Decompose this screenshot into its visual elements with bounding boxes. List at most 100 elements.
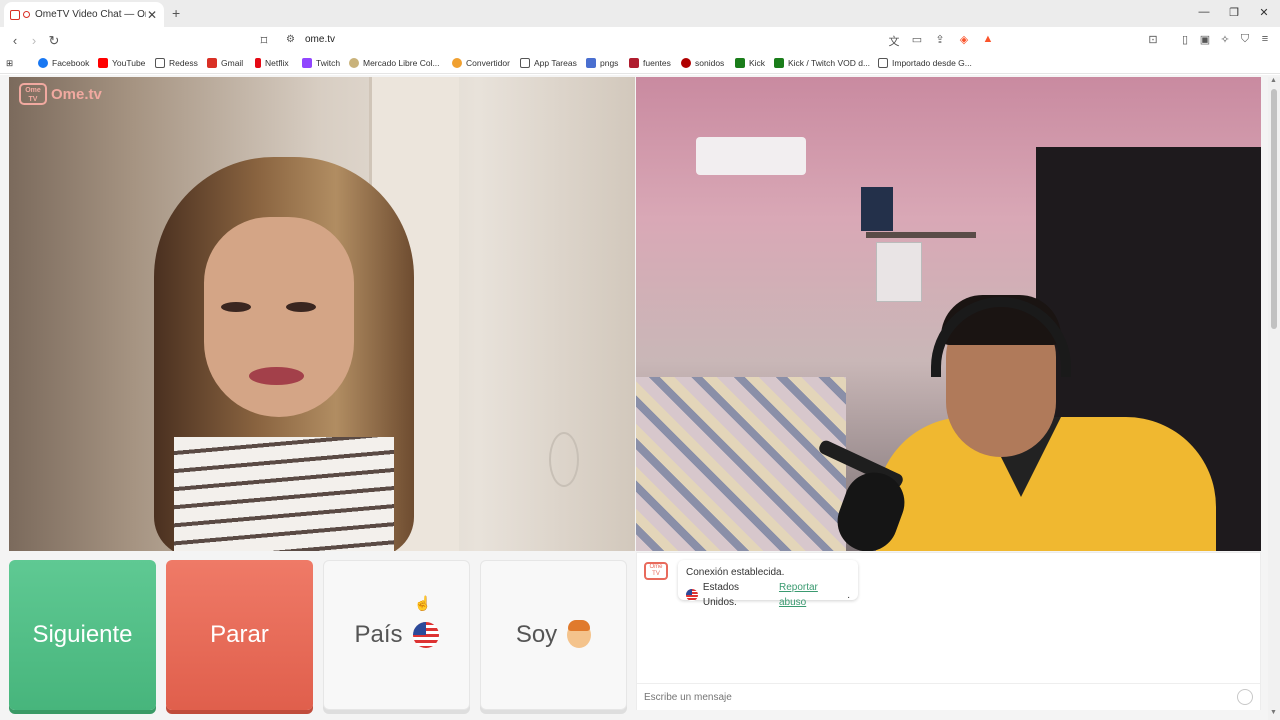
mercadolibre-icon bbox=[349, 58, 359, 68]
tab-title: OmeTV Video Chat — Omeg bbox=[35, 9, 146, 20]
scrollbar-thumb[interactable] bbox=[1271, 89, 1277, 329]
gender-button[interactable]: Soy bbox=[480, 560, 627, 710]
self-video bbox=[636, 77, 1261, 551]
netflix-icon bbox=[255, 58, 261, 68]
site-settings-icon[interactable]: ⚙ bbox=[286, 34, 295, 45]
bookmark-gmail[interactable]: Gmail bbox=[207, 58, 243, 68]
connection-status: Conexión establecida. bbox=[686, 567, 785, 578]
bookmark-app-tareas[interactable]: App Tareas bbox=[520, 58, 577, 68]
youtube-icon bbox=[98, 58, 108, 68]
tab-close-icon[interactable]: ✕ bbox=[146, 8, 158, 22]
country-button-label: País bbox=[354, 621, 403, 648]
pngs-icon bbox=[586, 58, 596, 68]
ometv-logo-text: Ome.tv bbox=[51, 85, 102, 103]
bookmark-importado[interactable]: Importado desde G... bbox=[878, 58, 972, 68]
apps-grid-icon[interactable]: ⊞ bbox=[6, 58, 13, 69]
browser-tab[interactable]: OmeTV Video Chat — Omeg ✕ bbox=[4, 2, 164, 27]
scroll-down-icon[interactable]: ▼ bbox=[1270, 709, 1277, 716]
stranger-eye-left bbox=[221, 302, 251, 312]
wall-shelf bbox=[866, 232, 976, 238]
sonidos-icon bbox=[681, 58, 691, 68]
stranger-striped-shirt bbox=[174, 437, 394, 551]
bookmark-twitch[interactable]: Twitch bbox=[302, 58, 340, 68]
report-suffix: . bbox=[847, 589, 850, 601]
record-poster bbox=[876, 242, 922, 302]
recording-icon bbox=[23, 11, 30, 18]
kick-icon bbox=[735, 58, 745, 68]
us-flag-icon bbox=[412, 622, 439, 648]
bookmark-convertidor[interactable]: Convertidor bbox=[452, 58, 510, 68]
ometv-logo-icon: Ome TV bbox=[19, 83, 47, 105]
folder-icon bbox=[155, 58, 165, 68]
chat-panel: Ome TV Conexión establecida. Estados Uni… bbox=[636, 552, 1261, 710]
bookmark-youtube[interactable]: YouTube bbox=[98, 58, 145, 68]
bookmark-pngs[interactable]: pngs bbox=[586, 58, 618, 68]
us-flag-icon bbox=[686, 589, 698, 601]
navigation-bar: ‹ › ↻ ⌑ ⚙ ome.tv 文 ▭ ⇪ ◈ ▲ ⊡ ▯ ▣ ✧ ⛉ ≡ bbox=[0, 27, 1280, 54]
report-abuse-link[interactable]: Reportar abuso bbox=[779, 580, 847, 610]
brave-shields-icon[interactable]: ◈ bbox=[956, 33, 972, 46]
stranger-lips bbox=[249, 367, 304, 385]
stranger-eye-right bbox=[286, 302, 316, 312]
message-input[interactable] bbox=[637, 683, 1260, 710]
ometv-logo: Ome TV Ome.tv bbox=[19, 83, 102, 105]
reader-icon[interactable]: ▯ bbox=[1177, 33, 1193, 46]
next-button[interactable]: Siguiente bbox=[9, 560, 156, 710]
country-button[interactable]: País bbox=[323, 560, 470, 710]
back-icon[interactable]: ‹ bbox=[7, 33, 23, 48]
ometv-favicon-icon bbox=[10, 9, 20, 20]
bookmark-netflix[interactable]: Netflix bbox=[255, 58, 289, 68]
gender-button-label: Soy bbox=[515, 621, 558, 648]
bookmark-mercadolibre[interactable]: Mercado Libre Col... bbox=[349, 58, 440, 68]
country-text: Estados Unidos. bbox=[702, 582, 740, 608]
menu-icon[interactable]: ≡ bbox=[1257, 33, 1273, 45]
bookmark-icon[interactable]: ⌑ bbox=[256, 33, 272, 49]
bookmark-sonidos[interactable]: sonidos bbox=[681, 58, 724, 68]
twitch-icon bbox=[302, 58, 312, 68]
boy-emoji-icon bbox=[567, 620, 592, 648]
convertidor-icon bbox=[452, 58, 462, 68]
cast-icon[interactable]: ▭ bbox=[909, 33, 925, 46]
bookmark-facebook[interactable]: Facebook bbox=[38, 58, 89, 68]
system-message: Conexión establecida. Estados Unidos. Re… bbox=[678, 560, 858, 608]
stop-button-label: Parar bbox=[210, 621, 269, 648]
sidebar-toggle-icon[interactable]: ⊡ bbox=[1145, 33, 1161, 46]
vpn-icon[interactable]: ⛉ bbox=[1237, 33, 1253, 46]
bookmark-fuentes[interactable]: fuentes bbox=[629, 58, 671, 68]
new-tab-button[interactable]: + bbox=[172, 5, 180, 21]
hand-cursor-icon: ☝ bbox=[414, 595, 432, 611]
translate-icon[interactable]: 文 bbox=[886, 33, 902, 49]
next-button-label: Siguiente bbox=[32, 621, 133, 648]
stop-button[interactable]: Parar bbox=[166, 560, 313, 710]
address-bar[interactable]: ome.tv bbox=[305, 34, 335, 45]
brave-rewards-icon[interactable]: ▲ bbox=[980, 33, 996, 45]
folder-icon bbox=[878, 58, 888, 68]
scroll-up-icon[interactable]: ▲ bbox=[1270, 77, 1277, 84]
share-icon[interactable]: ⇪ bbox=[932, 33, 948, 46]
reload-icon[interactable]: ↻ bbox=[46, 33, 62, 49]
wall-decoration bbox=[549, 432, 579, 487]
ometv-page: Ome TV Ome.tv Siguiente Parar País Soy O… bbox=[0, 75, 1280, 720]
bed bbox=[636, 377, 846, 551]
vod-icon bbox=[774, 58, 784, 68]
stranger-face bbox=[204, 217, 354, 417]
bookmark-kick-twitch-vod[interactable]: Kick / Twitch VOD d... bbox=[774, 58, 870, 68]
bookmark-kick[interactable]: Kick bbox=[735, 58, 765, 68]
ometv-chat-icon: Ome TV bbox=[644, 562, 668, 580]
restore-button[interactable]: ❐ bbox=[1226, 6, 1242, 19]
wallet-icon[interactable]: ▣ bbox=[1197, 33, 1213, 46]
window-close-button[interactable]: ✕ bbox=[1256, 6, 1272, 19]
stranger-video: Ome TV Ome.tv bbox=[9, 77, 635, 551]
tab-strip: OmeTV Video Chat — Omeg ✕ + — ❐ ✕ bbox=[0, 0, 1280, 27]
poster bbox=[861, 187, 893, 231]
bookmarks-bar: ⊞ Facebook YouTube Redess Gmail Netflix … bbox=[0, 54, 1280, 74]
air-conditioner bbox=[696, 137, 806, 175]
folder-icon bbox=[520, 58, 530, 68]
emoji-icon[interactable] bbox=[1237, 689, 1253, 705]
minimize-button[interactable]: — bbox=[1196, 6, 1212, 18]
forward-icon[interactable]: › bbox=[26, 33, 42, 48]
page-scrollbar[interactable]: ▲ ▼ bbox=[1268, 77, 1280, 720]
bookmark-redess[interactable]: Redess bbox=[155, 58, 198, 68]
leo-ai-icon[interactable]: ✧ bbox=[1217, 33, 1233, 46]
gmail-icon bbox=[207, 58, 217, 68]
